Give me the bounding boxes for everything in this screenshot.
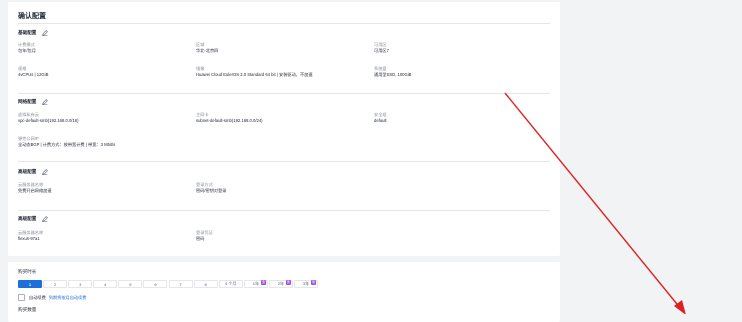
security-group-field: 安全组 default [374,112,387,124]
section-heading: 网络配置 [18,98,550,105]
divider [18,23,550,24]
duration-option-2-year[interactable]: 2年 惠 [268,280,293,288]
edit-icon[interactable] [42,29,49,36]
section-title: 高级配置 [18,168,37,174]
field-value: flexus-97a1 [18,236,40,241]
spec-field: 规格 4vCPUs | 12GiB [18,66,48,78]
auto-renew-row: 自动续费 到期将按月自动续费 [18,294,86,301]
edit-icon[interactable] [42,98,49,105]
promo-badge: 惠 [311,280,317,285]
advanced-config-section: 高级配置 云服务器名称 免费开启网络加速 登录方式 密码/密钥对登录 [18,168,550,211]
auto-renew-checkbox[interactable] [18,294,25,301]
card-title: 确认配置 [18,13,46,20]
divider [18,210,550,211]
confirm-config-card: 确认配置 基础配置 计费模式 包年/包月 区域 华北-北京四 可用区 可用区7 … [8,2,560,256]
image-field: 镜像 Huawei Cloud EulerOS 2.0 Standard 64 … [196,66,313,78]
field-value: vpc-default-smb(192.168.0.0/16) [18,118,79,123]
section-title: 基础配置 [18,29,37,35]
field-value: default [374,118,387,123]
field-value: 包年/包月 [18,48,36,53]
section-title: 高级配置 [18,215,37,221]
basic-config-section: 基础配置 计费模式 包年/包月 区域 华北-北京四 可用区 可用区7 规格 4v… [18,29,550,94]
auto-renew-link[interactable]: 到期将按月自动续费 [49,295,87,301]
eip-field: 弹性公网IP 全动态BGP | 计费方式：按带宽计费 | 带宽：3 Mbit/s [18,136,115,148]
field-value: 可用区7 [374,48,389,53]
option-label: 2年 [277,281,285,286]
duration-option-1-year[interactable]: 1年 惠 [243,280,268,288]
edit-icon[interactable] [42,215,49,222]
promo-badge: 惠 [285,280,291,285]
duration-option-5[interactable]: 5 [118,280,143,288]
section-heading: 基础配置 [18,29,550,36]
field-value: 华北-北京四 [196,48,219,53]
section-title: 网络配置 [18,98,37,104]
auto-renew-label: 自动续费 [29,294,46,300]
duration-option-2[interactable]: 2 [43,280,68,288]
option-label: 1年 [252,281,259,286]
section-heading: 高级配置 [18,168,550,175]
field-value: 密码 [196,236,205,241]
duration-option-3[interactable]: 3 [68,280,93,288]
duration-option-6[interactable]: 6 [143,280,168,288]
promo-badge: 惠 [260,280,266,285]
duration-option-9-months[interactable]: 9 个月 [218,280,243,288]
availability-zone-field: 可用区 可用区7 [374,42,389,54]
duration-option-3-year[interactable]: 3年 惠 [294,280,319,288]
section-heading: 高级配置 [18,215,550,222]
login-mode-field: 登录方式 密码/密钥对登录 [196,182,226,194]
duration-option-7[interactable]: 7 [168,280,193,288]
instance-name-field: 云服务器名称 flexus-97a1 [18,230,43,242]
acceleration-field: 云服务器名称 免费开启网络加速 [18,182,52,194]
duration-option-8[interactable]: 8 [193,280,218,288]
field-value: 4vCPUs | 12GiB [18,72,49,77]
duration-label: 购买时长 [18,269,37,274]
field-value: 密码/密钥对登录 [196,188,227,193]
divider [18,161,550,162]
edit-icon[interactable] [42,168,49,175]
region-field: 区域 华北-北京四 [196,42,218,54]
instance-config-section: 高级配置 云服务器名称 flexus-97a1 登录凭证 密码 [18,215,550,251]
billing-mode-field: 计费模式 包年/包月 [18,42,36,54]
field-value: Huawei Cloud EulerOS 2.0 Standard 64 bit… [196,72,313,77]
divider [18,93,550,94]
field-value: 免费开启网络加速 [18,188,52,193]
system-disk-field: 系统盘 通用型SSD, 100GiB [374,66,411,78]
credential-field: 登录凭证 密码 [196,230,213,242]
duration-option-1[interactable]: 1 [18,280,42,288]
field-value: 全动态BGP | 计费方式：按带宽计费 | 带宽：3 Mbit/s [18,142,116,147]
subnet-field: 主网卡 subnet-default-smb(192.168.0.0/24) [196,112,263,124]
network-config-section: 网络配置 虚拟私有云 vpc-default-smb(192.168.0.0/1… [18,98,550,162]
duration-option-4[interactable]: 4 [93,280,118,288]
field-value: 通用型SSD, 100GiB [374,72,412,77]
option-label: 3年 [302,281,310,286]
purchase-duration-card: 购买时长 1 2 3 4 5 6 7 8 9 个月 1年 惠 2年 惠 3年 惠… [8,262,560,322]
field-value: subnet-default-smb(192.168.0.0/24) [196,118,263,123]
duration-options: 1 2 3 4 5 6 7 8 9 个月 1年 惠 2年 惠 3年 惠 [18,280,319,288]
quantity-label: 购买数量 [18,307,37,312]
arrow-head [674,300,686,314]
vpc-field: 虚拟私有云 vpc-default-smb(192.168.0.0/16) [18,112,79,124]
